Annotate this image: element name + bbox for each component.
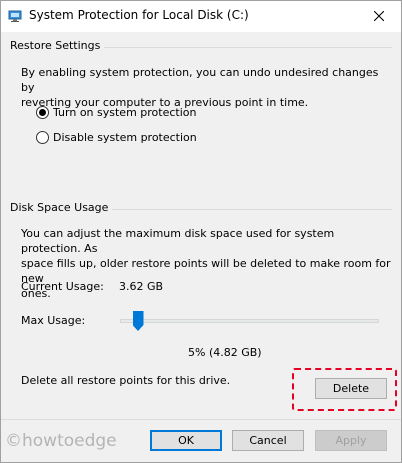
radio-turn-on-protection[interactable]: Turn on system protection [36,106,196,119]
max-usage-slider-track[interactable] [120,319,379,323]
close-button[interactable] [357,1,401,32]
radio-unselected-icon[interactable] [36,131,49,144]
disk-description-line-1: You can adjust the maximum disk space us… [21,227,335,255]
system-protection-icon [8,9,22,23]
current-usage-label: Current Usage: [21,280,104,293]
close-icon [373,9,385,25]
restore-settings-heading: Restore Settings [10,39,105,52]
max-usage-slider-thumb[interactable] [132,311,144,331]
radio-disable-label: Disable system protection [53,131,197,144]
restore-description-line-1: By enabling system protection, you can u… [21,66,379,94]
ok-button[interactable]: OK [150,430,222,451]
radio-disable-protection[interactable]: Disable system protection [36,131,197,144]
delete-description: Delete all restore points for this drive… [21,374,231,387]
delete-highlight-annotation [292,368,397,411]
title-bar: System Protection for Local Disk (C:) [1,1,401,32]
apply-button[interactable]: Apply [315,430,387,451]
radio-selected-icon[interactable] [36,106,49,119]
radio-turn-on-label: Turn on system protection [53,106,197,119]
cancel-button[interactable]: Cancel [232,430,304,451]
disk-space-heading: Disk Space Usage [10,201,113,214]
max-usage-label: Max Usage: [21,314,86,327]
footer-divider [1,419,401,420]
window-title: System Protection for Local Disk (C:) [29,8,249,22]
max-usage-readout: 5% (4.82 GB) [188,346,262,359]
restore-settings-description: By enabling system protection, you can u… [21,65,391,110]
watermark: ©howtoedge [5,431,117,451]
system-protection-dialog: System Protection for Local Disk (C:) Re… [0,0,402,463]
current-usage-value: 3.62 GB [119,280,164,293]
